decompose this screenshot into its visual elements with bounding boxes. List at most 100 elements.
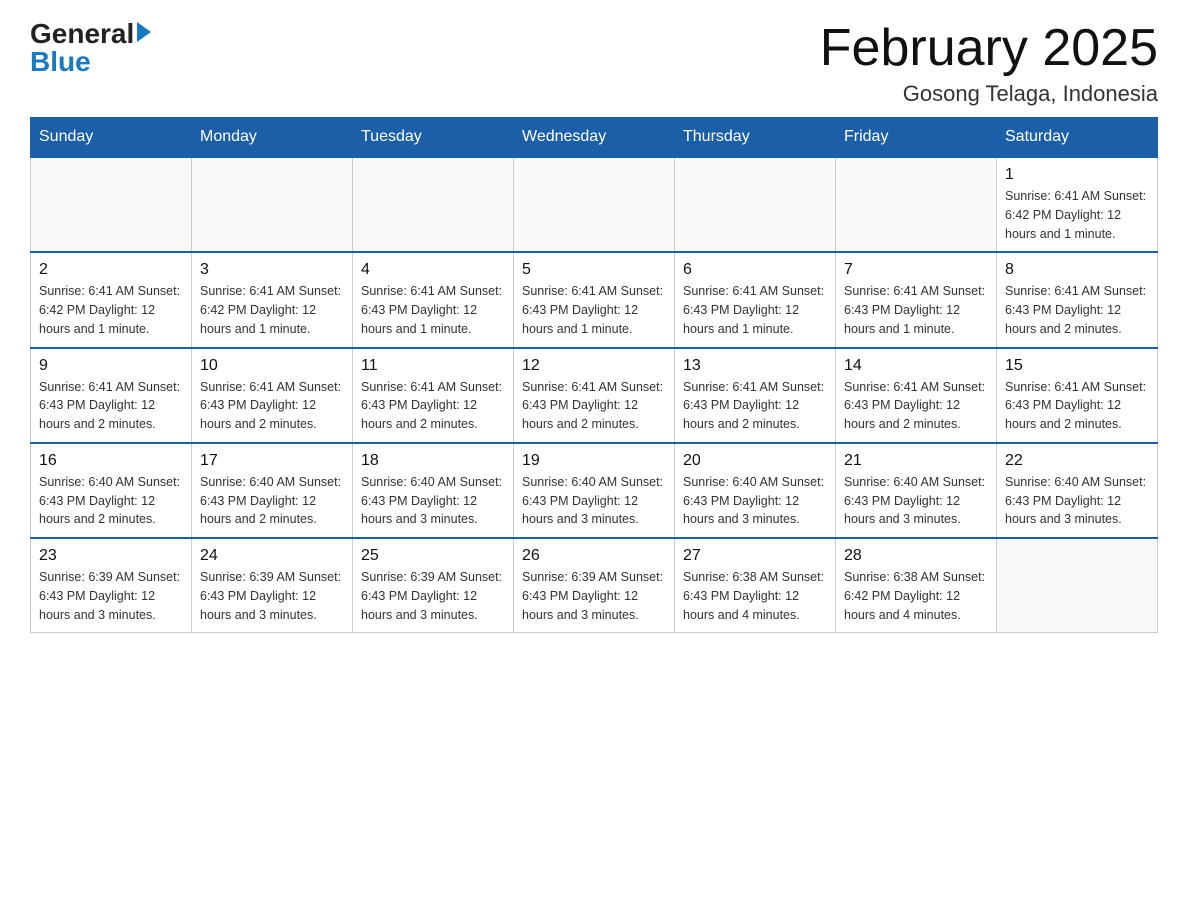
- location-subtitle: Gosong Telaga, Indonesia: [820, 81, 1158, 107]
- day-info: Sunrise: 6:41 AM Sunset: 6:42 PM Dayligh…: [39, 282, 183, 338]
- day-number: 1: [1005, 166, 1149, 184]
- month-title: February 2025: [820, 20, 1158, 77]
- table-row: 26 Sunrise: 6:39 AM Sunset: 6:43 PM Dayli…: [514, 538, 675, 633]
- title-block: February 2025 Gosong Telaga, Indonesia: [820, 20, 1158, 107]
- day-number: 17: [200, 452, 344, 470]
- table-row: [31, 157, 192, 252]
- day-number: 26: [522, 547, 666, 565]
- table-row: 11 Sunrise: 6:41 AM Sunset: 6:43 PM Dayli…: [353, 348, 514, 443]
- table-row: 20 Sunrise: 6:40 AM Sunset: 6:43 PM Dayli…: [675, 443, 836, 538]
- day-info: Sunrise: 6:41 AM Sunset: 6:43 PM Dayligh…: [361, 282, 505, 338]
- table-row: 7Sunrise: 6:41 AM Sunset: 6:43 PM Daylig…: [836, 252, 997, 347]
- table-row: [192, 157, 353, 252]
- day-info: Sunrise: 6:40 AM Sunset: 6:43 PM Dayligh…: [361, 473, 505, 529]
- day-number: 18: [361, 452, 505, 470]
- table-row: 21 Sunrise: 6:40 AM Sunset: 6:43 PM Dayli…: [836, 443, 997, 538]
- day-number: 9: [39, 357, 183, 375]
- calendar-week-row: 23 Sunrise: 6:39 AM Sunset: 6:43 PM Dayli…: [31, 538, 1158, 633]
- table-row: [514, 157, 675, 252]
- day-info: Sunrise: 6:41 AM Sunset: 6:43 PM Dayligh…: [200, 378, 344, 434]
- day-info: Sunrise: 6:41 AM Sunset: 6:43 PM Dayligh…: [1005, 378, 1149, 434]
- day-info: Sunrise: 6:41 AM Sunset: 6:43 PM Dayligh…: [522, 378, 666, 434]
- day-info: Sunrise: 6:40 AM Sunset: 6:43 PM Dayligh…: [200, 473, 344, 529]
- header-tuesday: Tuesday: [353, 118, 514, 158]
- day-number: 27: [683, 547, 827, 565]
- calendar-header-row: Sunday Monday Tuesday Wednesday Thursday…: [31, 118, 1158, 158]
- table-row: 16 Sunrise: 6:40 AM Sunset: 6:43 PM Dayli…: [31, 443, 192, 538]
- logo-general-text: General: [30, 20, 134, 48]
- table-row: 25 Sunrise: 6:39 AM Sunset: 6:43 PM Dayli…: [353, 538, 514, 633]
- header-monday: Monday: [192, 118, 353, 158]
- day-number: 11: [361, 357, 505, 375]
- day-number: 10: [200, 357, 344, 375]
- table-row: 27 Sunrise: 6:38 AM Sunset: 6:43 PM Dayli…: [675, 538, 836, 633]
- day-number: 12: [522, 357, 666, 375]
- day-number: 21: [844, 452, 988, 470]
- day-info: Sunrise: 6:39 AM Sunset: 6:43 PM Dayligh…: [522, 568, 666, 624]
- table-row: 18 Sunrise: 6:40 AM Sunset: 6:43 PM Dayli…: [353, 443, 514, 538]
- day-info: Sunrise: 6:41 AM Sunset: 6:43 PM Dayligh…: [683, 282, 827, 338]
- table-row: 24 Sunrise: 6:39 AM Sunset: 6:43 PM Dayli…: [192, 538, 353, 633]
- day-info: Sunrise: 6:41 AM Sunset: 6:43 PM Dayligh…: [522, 282, 666, 338]
- calendar-week-row: 2 Sunrise: 6:41 AM Sunset: 6:42 PM Daylig…: [31, 252, 1158, 347]
- day-number: 13: [683, 357, 827, 375]
- table-row: 10 Sunrise: 6:41 AM Sunset: 6:43 PM Dayli…: [192, 348, 353, 443]
- header-friday: Friday: [836, 118, 997, 158]
- table-row: 17 Sunrise: 6:40 AM Sunset: 6:43 PM Dayli…: [192, 443, 353, 538]
- day-number: 6: [683, 261, 827, 279]
- day-number: 23: [39, 547, 183, 565]
- day-info: Sunrise: 6:41 AM Sunset: 6:43 PM Dayligh…: [683, 378, 827, 434]
- table-row: 19Sunrise: 6:40 AM Sunset: 6:43 PM Dayli…: [514, 443, 675, 538]
- table-row: 23 Sunrise: 6:39 AM Sunset: 6:43 PM Dayli…: [31, 538, 192, 633]
- day-info: Sunrise: 6:39 AM Sunset: 6:43 PM Dayligh…: [39, 568, 183, 624]
- header-sunday: Sunday: [31, 118, 192, 158]
- header-wednesday: Wednesday: [514, 118, 675, 158]
- day-info: Sunrise: 6:40 AM Sunset: 6:43 PM Dayligh…: [683, 473, 827, 529]
- day-info: Sunrise: 6:41 AM Sunset: 6:43 PM Dayligh…: [39, 378, 183, 434]
- day-number: 28: [844, 547, 988, 565]
- header-saturday: Saturday: [997, 118, 1158, 158]
- day-info: Sunrise: 6:41 AM Sunset: 6:43 PM Dayligh…: [361, 378, 505, 434]
- table-row: [997, 538, 1158, 633]
- day-number: 19: [522, 452, 666, 470]
- day-info: Sunrise: 6:41 AM Sunset: 6:43 PM Dayligh…: [844, 378, 988, 434]
- table-row: [836, 157, 997, 252]
- day-info: Sunrise: 6:39 AM Sunset: 6:43 PM Dayligh…: [200, 568, 344, 624]
- day-number: 8: [1005, 261, 1149, 279]
- table-row: 14 Sunrise: 6:41 AM Sunset: 6:43 PM Dayli…: [836, 348, 997, 443]
- calendar-week-row: 9 Sunrise: 6:41 AM Sunset: 6:43 PM Daylig…: [31, 348, 1158, 443]
- table-row: 22Sunrise: 6:40 AM Sunset: 6:43 PM Dayli…: [997, 443, 1158, 538]
- day-info: Sunrise: 6:41 AM Sunset: 6:43 PM Dayligh…: [1005, 282, 1149, 338]
- table-row: 12 Sunrise: 6:41 AM Sunset: 6:43 PM Dayli…: [514, 348, 675, 443]
- table-row: 1 Sunrise: 6:41 AM Sunset: 6:42 PM Daylig…: [997, 157, 1158, 252]
- day-info: Sunrise: 6:40 AM Sunset: 6:43 PM Dayligh…: [844, 473, 988, 529]
- calendar-week-row: 1 Sunrise: 6:41 AM Sunset: 6:42 PM Daylig…: [31, 157, 1158, 252]
- day-number: 24: [200, 547, 344, 565]
- day-number: 14: [844, 357, 988, 375]
- logo-arrow-icon: [137, 22, 151, 42]
- day-number: 16: [39, 452, 183, 470]
- header-thursday: Thursday: [675, 118, 836, 158]
- logo: General Blue: [30, 20, 151, 76]
- table-row: 8 Sunrise: 6:41 AM Sunset: 6:43 PM Daylig…: [997, 252, 1158, 347]
- day-info: Sunrise: 6:39 AM Sunset: 6:43 PM Dayligh…: [361, 568, 505, 624]
- table-row: 13 Sunrise: 6:41 AM Sunset: 6:43 PM Dayli…: [675, 348, 836, 443]
- calendar-week-row: 16 Sunrise: 6:40 AM Sunset: 6:43 PM Dayli…: [31, 443, 1158, 538]
- logo-blue-text: Blue: [30, 48, 91, 76]
- day-number: 20: [683, 452, 827, 470]
- table-row: [675, 157, 836, 252]
- day-info: Sunrise: 6:41 AM Sunset: 6:42 PM Dayligh…: [1005, 187, 1149, 243]
- table-row: 4 Sunrise: 6:41 AM Sunset: 6:43 PM Daylig…: [353, 252, 514, 347]
- table-row: 28Sunrise: 6:38 AM Sunset: 6:42 PM Dayli…: [836, 538, 997, 633]
- day-number: 4: [361, 261, 505, 279]
- day-info: Sunrise: 6:40 AM Sunset: 6:43 PM Dayligh…: [39, 473, 183, 529]
- day-info: Sunrise: 6:38 AM Sunset: 6:43 PM Dayligh…: [683, 568, 827, 624]
- table-row: 15Sunrise: 6:41 AM Sunset: 6:43 PM Dayli…: [997, 348, 1158, 443]
- table-row: 3Sunrise: 6:41 AM Sunset: 6:42 PM Daylig…: [192, 252, 353, 347]
- day-number: 25: [361, 547, 505, 565]
- page-header: General Blue February 2025 Gosong Telaga…: [30, 20, 1158, 107]
- table-row: 5Sunrise: 6:41 AM Sunset: 6:43 PM Daylig…: [514, 252, 675, 347]
- table-row: [353, 157, 514, 252]
- day-number: 2: [39, 261, 183, 279]
- day-info: Sunrise: 6:41 AM Sunset: 6:43 PM Dayligh…: [844, 282, 988, 338]
